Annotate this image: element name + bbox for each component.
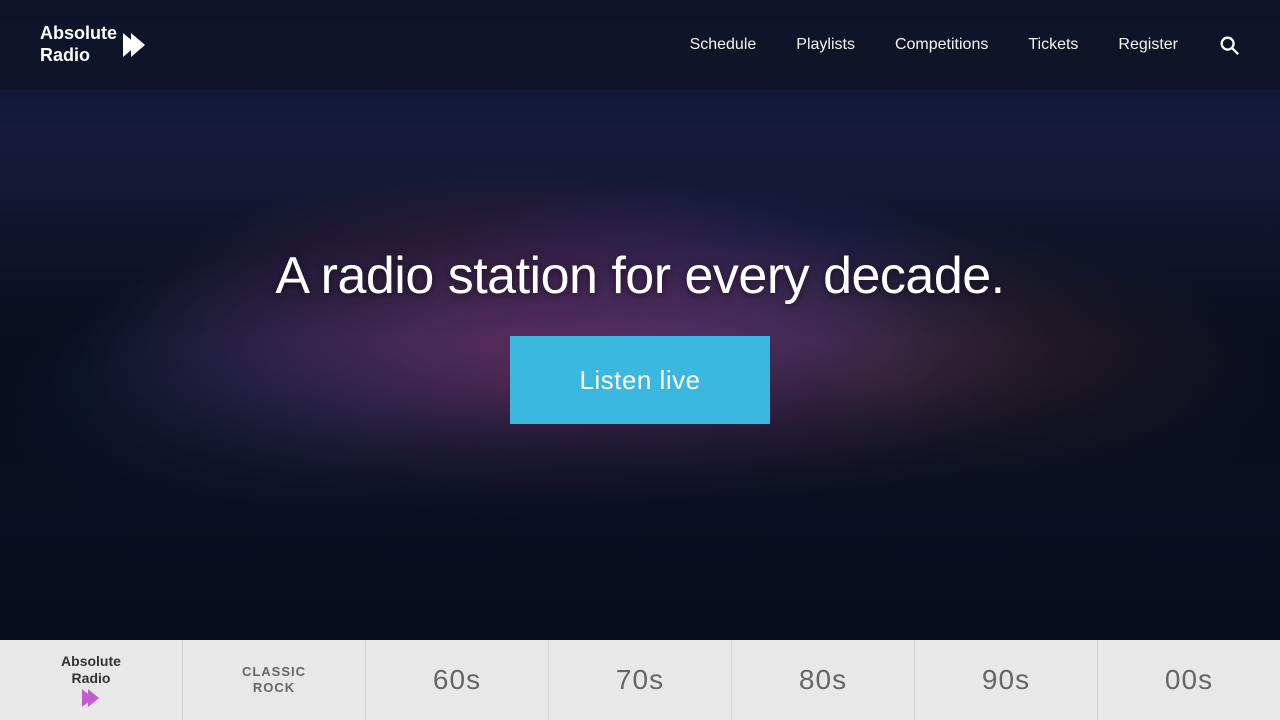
- nav-item-competitions[interactable]: Competitions: [895, 36, 988, 54]
- decade-60s-label: 60s: [433, 664, 481, 696]
- hero-title: A radio station for every decade.: [275, 246, 1004, 306]
- absolute-logo: Absolute Radio: [61, 653, 121, 707]
- listen-live-button[interactable]: Listen live: [510, 336, 770, 424]
- search-button[interactable]: [1218, 34, 1240, 56]
- logo-line1: Absolute: [40, 23, 117, 43]
- decade-70s-label: 70s: [616, 664, 664, 696]
- channel-60s[interactable]: 60s: [366, 640, 549, 720]
- hero-content: A radio station for every decade. Listen…: [0, 0, 1280, 640]
- classic-rock-label: CLASSIC ROCK: [242, 664, 306, 695]
- channel-90s[interactable]: 90s: [915, 640, 1098, 720]
- bottom-logo-arrows-icon: [82, 689, 99, 707]
- logo-arrows-icon: [123, 33, 145, 57]
- bottom-logo-line2: Radio: [72, 670, 111, 686]
- hero-section: A radio station for every decade. Listen…: [0, 0, 1280, 640]
- channel-classic-rock[interactable]: CLASSIC ROCK: [183, 640, 366, 720]
- nav-item-playlists[interactable]: Playlists: [796, 36, 855, 54]
- channel-absolute[interactable]: Absolute Radio: [0, 640, 183, 720]
- decade-00s-label: 00s: [1165, 664, 1213, 696]
- site-header: Absolute Radio Schedule Playlists Compet…: [0, 0, 1280, 90]
- decade-90s-label: 90s: [982, 664, 1030, 696]
- nav-item-schedule[interactable]: Schedule: [690, 36, 757, 54]
- main-nav: Schedule Playlists Competitions Tickets …: [690, 34, 1240, 56]
- bottom-logo-line1: Absolute: [61, 653, 121, 669]
- search-icon: [1218, 34, 1240, 56]
- nav-item-tickets[interactable]: Tickets: [1028, 36, 1078, 54]
- channel-70s[interactable]: 70s: [549, 640, 732, 720]
- decade-80s-label: 80s: [799, 664, 847, 696]
- channel-bar: Absolute Radio CLASSIC ROCK 60s 70s 80s …: [0, 640, 1280, 720]
- channel-80s[interactable]: 80s: [732, 640, 915, 720]
- nav-item-register[interactable]: Register: [1118, 36, 1178, 54]
- channel-00s[interactable]: 00s: [1098, 640, 1280, 720]
- logo-line2: Radio: [40, 45, 90, 65]
- site-logo[interactable]: Absolute Radio: [40, 23, 145, 66]
